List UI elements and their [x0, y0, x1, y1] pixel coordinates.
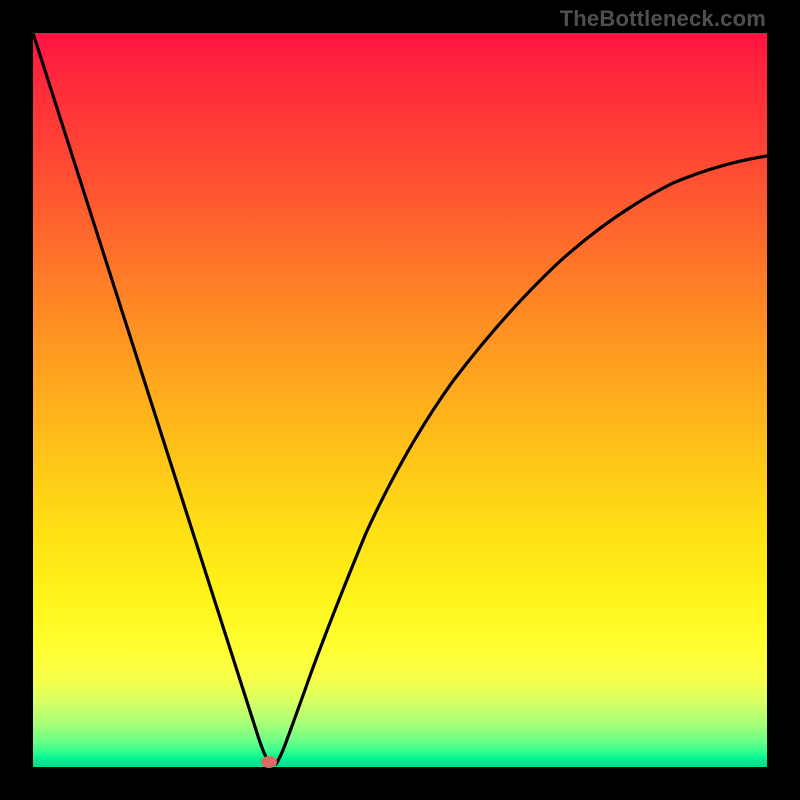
curve-left-branch: [33, 33, 271, 764]
curve-right-branch: [276, 156, 767, 764]
minimum-marker: [261, 756, 277, 768]
plot-area: [33, 33, 767, 767]
chart-frame: TheBottleneck.com: [0, 0, 800, 800]
watermark-text: TheBottleneck.com: [560, 6, 766, 32]
bottleneck-curve: [33, 33, 767, 767]
